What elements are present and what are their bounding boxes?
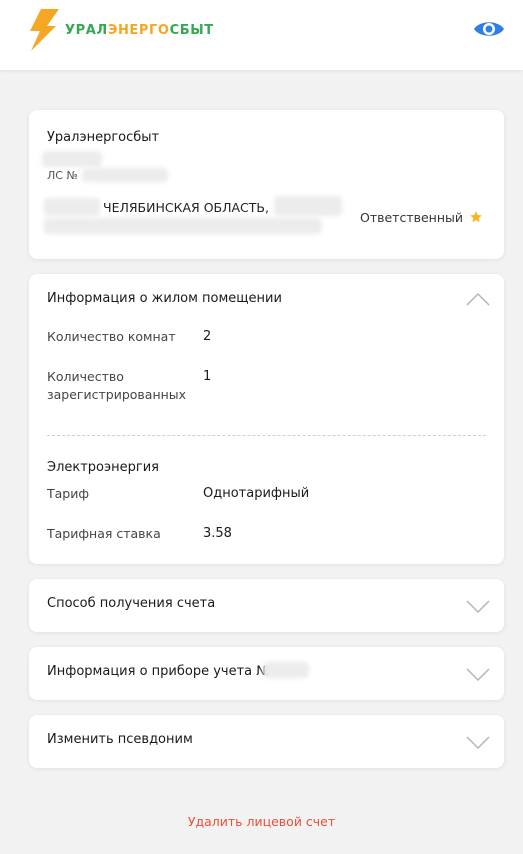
address-region: ЧЕЛЯБИНСКАЯ ОБЛАСТЬ, (103, 200, 269, 215)
logo-text: УРАЛЭНЕРГОСБЫТ (65, 23, 214, 38)
meter-info-section[interactable]: Информация о приборе учета № (29, 647, 504, 700)
registered-value: 1 (203, 369, 212, 384)
rooms-value: 2 (203, 329, 212, 344)
tariff-value: Однотарифный (203, 486, 310, 501)
rate-label: Тарифная ставка (47, 526, 161, 541)
housing-info-card: Информация о жилом помещении Количество … (29, 274, 504, 564)
chevron-down-icon[interactable] (466, 600, 490, 614)
registered-label-line2: зарегистрированных (47, 387, 187, 402)
tariff-label: Тариф (47, 486, 90, 501)
bill-delivery-title: Способ получения счета (47, 596, 216, 611)
meter-info-title: Информация о приборе учета № (47, 664, 270, 679)
bill-delivery-section[interactable]: Способ получения счета (29, 579, 504, 632)
logo-text-part2: ЭНЕРГО (107, 22, 170, 38)
housing-info-title[interactable]: Информация о жилом помещении (47, 291, 282, 306)
electricity-title: Электроэнергия (47, 460, 159, 475)
company-logo[interactable]: УРАЛЭНЕРГОСБЫТ (27, 9, 214, 51)
star-icon (470, 211, 482, 223)
account-number-label: ЛС № (47, 169, 78, 182)
rooms-label: Количество комнат (47, 329, 176, 344)
logo-text-part3: СБЫТ (169, 22, 214, 38)
role-label: Ответственный (360, 210, 464, 225)
delete-account-link[interactable]: Удалить лицевой счет (0, 814, 523, 829)
redacted-meter-number (263, 662, 309, 678)
chevron-up-icon[interactable] (466, 292, 490, 306)
chevron-down-icon[interactable] (466, 668, 490, 682)
account-card[interactable]: Уралэнергосбыт ЛС № ЧЕЛЯБИНСКАЯ ОБЛАСТЬ,… (29, 110, 504, 259)
change-alias-section[interactable]: Изменить псевдоним (29, 715, 504, 768)
chevron-down-icon[interactable] (466, 736, 490, 750)
redacted-address-end (274, 196, 342, 216)
redacted-address-start (44, 198, 100, 216)
section-divider (47, 435, 486, 436)
app-header: УРАЛЭНЕРГОСБЫТ (0, 0, 523, 70)
logo-text-part1: УРАЛ (65, 22, 108, 38)
company-name: Уралэнергосбыт (47, 130, 160, 145)
change-alias-title: Изменить псевдоним (47, 732, 193, 747)
eye-icon[interactable] (472, 18, 506, 40)
lightning-logo-icon (30, 9, 59, 51)
redacted-address-line2 (44, 218, 322, 234)
redacted-alias (42, 151, 102, 167)
rate-value: 3.58 (203, 526, 232, 541)
redacted-account-number (82, 168, 168, 182)
registered-label-line1: Количество (47, 369, 124, 384)
